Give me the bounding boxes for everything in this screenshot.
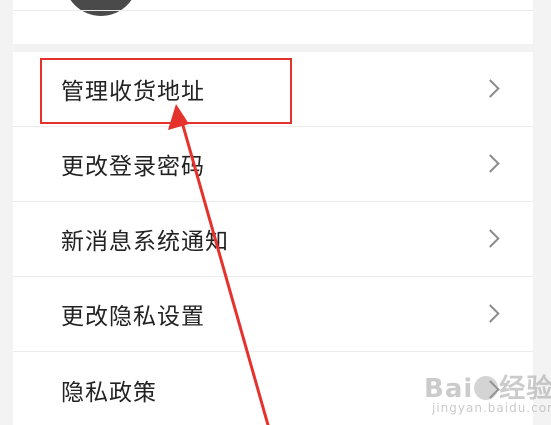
annotation-arrow-icon — [168, 104, 270, 425]
watermark: Bai 经验 jingyan.baidu.com — [424, 368, 551, 415]
watermark-url: jingyan.baidu.com — [432, 401, 551, 415]
paw-icon — [474, 376, 499, 400]
settings-screen: 管理收货地址 更改登录密码 新消息系统通知 更改隐私设置 隐私政策 Bai 经验 … — [0, 0, 551, 425]
watermark-brand: Bai — [424, 374, 474, 404]
watermark-brand-suffix: 经验 — [499, 374, 551, 404]
